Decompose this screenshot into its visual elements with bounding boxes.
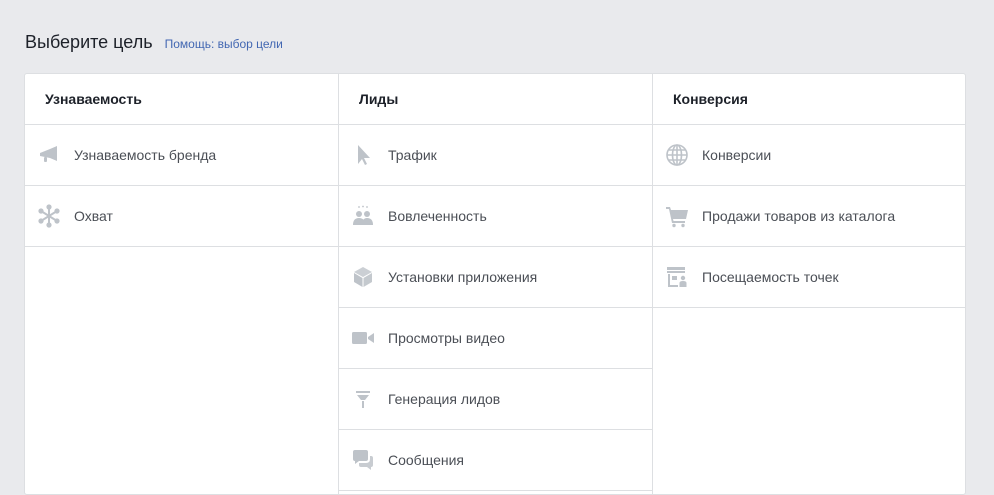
objective-engagement[interactable]: Вовлеченность xyxy=(339,186,652,247)
objective-label: Посещаемость точек xyxy=(702,269,839,285)
cursor-icon xyxy=(351,143,375,167)
cart-icon xyxy=(665,204,689,228)
column-awareness: Узнаваемость Узнаваемость бренда Охват xyxy=(25,74,339,494)
objective-label: Узнаваемость бренда xyxy=(74,147,217,163)
globe-icon xyxy=(665,143,689,167)
objective-label: Вовлеченность xyxy=(388,208,487,224)
people-icon xyxy=(351,204,375,228)
chat-icon xyxy=(351,448,375,472)
objective-conversions[interactable]: Конверсии xyxy=(653,125,965,186)
video-icon xyxy=(351,326,375,350)
objective-label: Охват xyxy=(74,208,113,224)
objective-messages[interactable]: Сообщения xyxy=(339,430,652,491)
objective-reach[interactable]: Охват xyxy=(25,186,338,247)
help-link[interactable]: Помощь: выбор цели xyxy=(165,37,283,51)
objective-label: Трафик xyxy=(388,147,437,163)
objective-app-installs[interactable]: Установки приложения xyxy=(339,247,652,308)
objective-lead-generation[interactable]: Генерация лидов xyxy=(339,369,652,430)
objective-label: Сообщения xyxy=(388,452,464,468)
reach-icon xyxy=(37,204,61,228)
objective-label: Продажи товаров из каталога xyxy=(702,208,896,224)
column-title: Конверсия xyxy=(653,74,965,125)
objectives-panel: Узнаваемость Узнаваемость бренда Охват Л… xyxy=(24,73,966,495)
objective-store-traffic[interactable]: Посещаемость точек xyxy=(653,247,965,308)
objective-label: Просмотры видео xyxy=(388,330,505,346)
objective-catalog-sales[interactable]: Продажи товаров из каталога xyxy=(653,186,965,247)
page-header: Выберите цель Помощь: выбор цели xyxy=(25,32,283,53)
column-title: Узнаваемость xyxy=(25,74,338,125)
column-leads: Лиды Трафик Вовлеченность Установки прил… xyxy=(339,74,653,494)
objective-traffic[interactable]: Трафик xyxy=(339,125,652,186)
objective-label: Установки приложения xyxy=(388,269,538,285)
column-conversion: Конверсия Конверсии Продажи товаров из к… xyxy=(653,74,965,494)
objective-brand-awareness[interactable]: Узнаваемость бренда xyxy=(25,125,338,186)
objective-label: Генерация лидов xyxy=(388,391,501,407)
store-icon xyxy=(665,265,689,289)
page-title: Выберите цель xyxy=(25,32,153,52)
objective-video-views[interactable]: Просмотры видео xyxy=(339,308,652,369)
megaphone-icon xyxy=(37,143,61,167)
column-title: Лиды xyxy=(339,74,652,125)
cube-icon xyxy=(351,265,375,289)
objective-label: Конверсии xyxy=(702,147,772,163)
funnel-icon xyxy=(351,387,375,411)
